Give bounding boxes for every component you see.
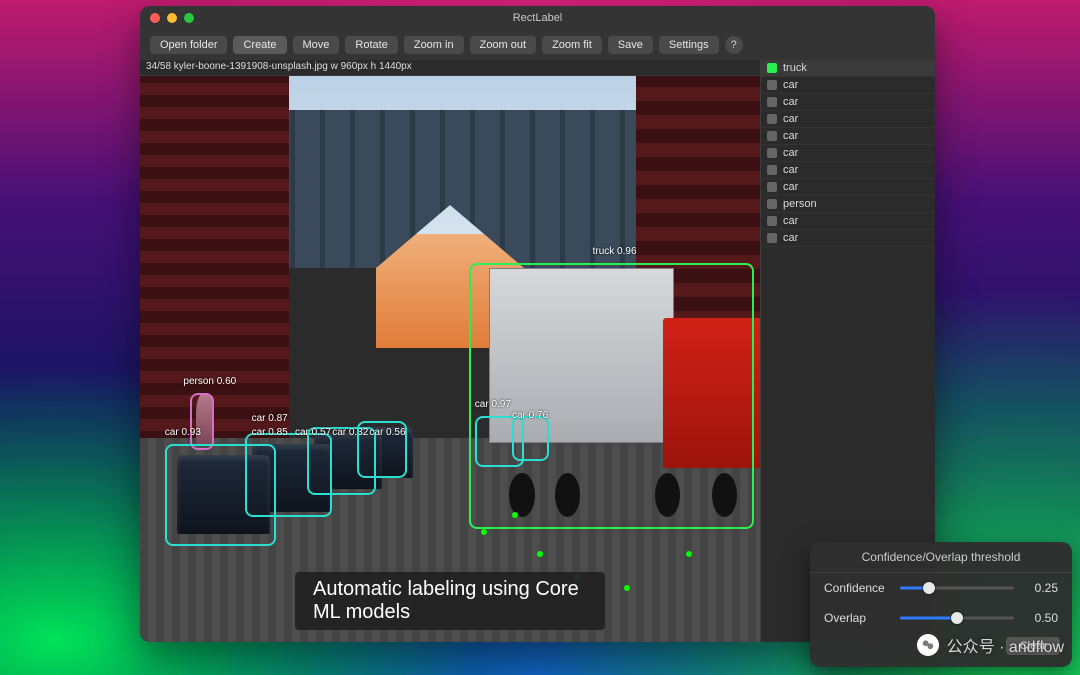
zoom-icon[interactable] (184, 13, 194, 23)
canvas-area: 34/58 kyler-boone-1391908-unsplash.jpg w… (140, 60, 760, 642)
confidence-value: 0.25 (1024, 581, 1058, 595)
label-row[interactable]: person (761, 196, 935, 213)
label-name: car (783, 215, 798, 227)
label-swatch (767, 199, 777, 209)
panel-title: Confidence/Overlap threshold (810, 542, 1072, 573)
label-name: car (783, 181, 798, 193)
minimize-icon[interactable] (167, 13, 177, 23)
label-row[interactable]: car (761, 77, 935, 94)
label-swatch (767, 131, 777, 141)
label-swatch (767, 182, 777, 192)
label-name: person (783, 198, 817, 210)
help-button[interactable]: ? (725, 36, 743, 54)
close-icon[interactable] (150, 13, 160, 23)
label-row[interactable]: car (761, 111, 935, 128)
overlap-value: 0.50 (1024, 611, 1058, 625)
label-row[interactable]: car (761, 213, 935, 230)
confidence-label: Confidence (824, 581, 890, 595)
label-row[interactable]: car (761, 128, 935, 145)
watermark: 公众号 · andflow (917, 633, 1064, 657)
image-canvas[interactable]: truck 0.96 person 0.60 car 0.93 car 0.87… (140, 76, 760, 642)
label-swatch (767, 63, 777, 73)
rotate-button[interactable]: Rotate (345, 36, 397, 54)
label-row[interactable]: truck (761, 60, 935, 77)
label-row[interactable]: car (761, 230, 935, 247)
zoom-fit-button[interactable]: Zoom fit (542, 36, 602, 54)
label-row[interactable]: car (761, 162, 935, 179)
label-swatch (767, 114, 777, 124)
label-swatch (767, 233, 777, 243)
label-name: car (783, 147, 798, 159)
overlap-slider[interactable] (900, 611, 1014, 625)
label-swatch (767, 97, 777, 107)
label-row[interactable]: car (761, 145, 935, 162)
open-folder-button[interactable]: Open folder (150, 36, 227, 54)
label-swatch (767, 148, 777, 158)
label-name: car (783, 164, 798, 176)
label-swatch (767, 216, 777, 226)
video-caption: Automatic labeling using Core ML models (295, 572, 605, 630)
confidence-row: Confidence 0.25 (810, 573, 1072, 603)
label-swatch (767, 165, 777, 175)
label-row[interactable]: car (761, 179, 935, 196)
image-status: 34/58 kyler-boone-1391908-unsplash.jpg w… (140, 60, 760, 76)
titlebar: RectLabel (140, 6, 935, 30)
window-controls (150, 13, 194, 23)
zoom-in-button[interactable]: Zoom in (404, 36, 464, 54)
label-name: car (783, 113, 798, 125)
overlap-row: Overlap 0.50 (810, 603, 1072, 633)
label-name: car (783, 232, 798, 244)
label-name: car (783, 130, 798, 142)
label-swatch (767, 80, 777, 90)
overlap-label: Overlap (824, 611, 890, 625)
settings-button[interactable]: Settings (659, 36, 719, 54)
scene-illustration (140, 76, 760, 642)
zoom-out-button[interactable]: Zoom out (470, 36, 536, 54)
move-button[interactable]: Move (293, 36, 340, 54)
save-button[interactable]: Save (608, 36, 653, 54)
wechat-icon (917, 634, 939, 656)
label-name: truck (783, 62, 807, 74)
watermark-text: 公众号 · andflow (947, 633, 1064, 657)
label-name: car (783, 79, 798, 91)
label-name: car (783, 96, 798, 108)
create-button[interactable]: Create (233, 36, 286, 54)
toolbar: Open folder Create Move Rotate Zoom in Z… (140, 30, 935, 60)
window-title: RectLabel (140, 12, 935, 24)
confidence-slider[interactable] (900, 581, 1014, 595)
label-row[interactable]: car (761, 94, 935, 111)
